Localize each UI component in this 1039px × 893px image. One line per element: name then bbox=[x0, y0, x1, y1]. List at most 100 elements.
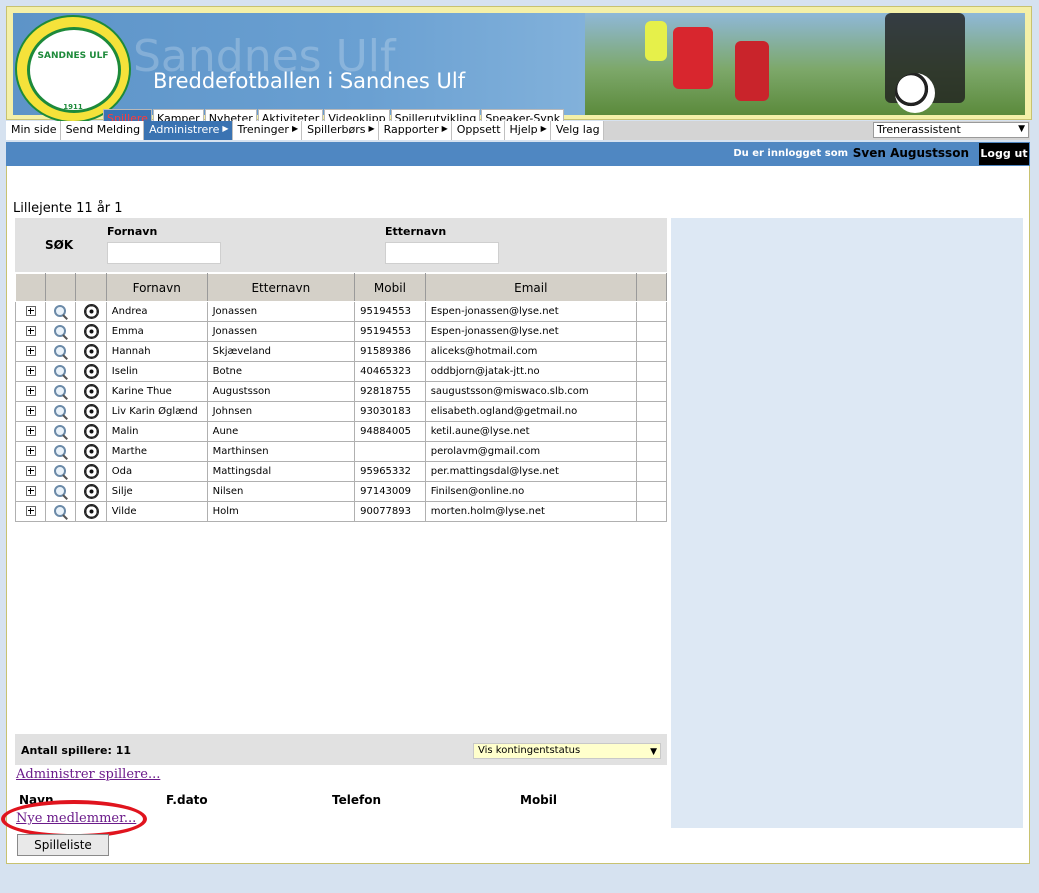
magnifier-icon[interactable] bbox=[53, 444, 68, 460]
view-cell[interactable] bbox=[45, 321, 77, 342]
expand-plus-icon[interactable] bbox=[25, 306, 36, 316]
expand-plus-icon[interactable] bbox=[25, 346, 36, 356]
ball-cell[interactable] bbox=[75, 341, 107, 362]
administer-players-link[interactable]: Administrer spillere... bbox=[16, 767, 160, 782]
view-cell[interactable] bbox=[45, 441, 77, 462]
header-first-name[interactable]: Fornavn bbox=[105, 273, 208, 302]
table-row[interactable]: Karine Thue Augustsson 92818755 saugustsson… bbox=[14, 381, 668, 402]
club-logo[interactable]: SANDNES ULF 1911 bbox=[15, 15, 131, 123]
expand-plus-icon[interactable] bbox=[25, 326, 36, 336]
view-cell[interactable] bbox=[45, 501, 77, 522]
expand-cell[interactable] bbox=[14, 441, 47, 462]
expand-plus-icon[interactable] bbox=[25, 426, 36, 436]
table-row[interactable]: Hannah Skjæveland 91589386 aliceks@hotmail.… bbox=[14, 341, 668, 362]
ball-cell[interactable] bbox=[75, 301, 107, 322]
expand-cell[interactable] bbox=[14, 361, 47, 382]
expand-cell[interactable] bbox=[14, 421, 47, 442]
table-row[interactable]: Iselin Botne 40465323 oddbjorn@jatak-jtt.no bbox=[14, 361, 668, 382]
view-cell[interactable] bbox=[45, 381, 77, 402]
expand-cell[interactable] bbox=[14, 501, 47, 522]
menu-rapporter[interactable]: Rapporter ▶ bbox=[378, 121, 452, 140]
ball-cell[interactable] bbox=[75, 381, 107, 402]
mobile-cell: 94884005 bbox=[354, 421, 426, 442]
table-row[interactable]: Marthe Marthinsen perolavm@gmail.com bbox=[14, 441, 668, 462]
magnifier-icon[interactable] bbox=[53, 424, 68, 440]
menu-administrere[interactable]: Administrere ▶ bbox=[144, 121, 233, 140]
menu-min-side[interactable]: Min side bbox=[6, 121, 61, 140]
menu-hjelp[interactable]: Hjelp ▶ bbox=[504, 121, 551, 140]
football-icon[interactable] bbox=[83, 404, 99, 419]
role-select[interactable]: Trenerassistent ▼ bbox=[873, 122, 1029, 138]
ball-cell[interactable] bbox=[75, 501, 107, 522]
expand-plus-icon[interactable] bbox=[25, 506, 36, 516]
magnifier-icon[interactable] bbox=[53, 384, 68, 400]
ball-cell[interactable] bbox=[75, 441, 107, 462]
magnifier-icon[interactable] bbox=[53, 404, 68, 420]
magnifier-icon[interactable] bbox=[53, 484, 68, 500]
ball-cell[interactable] bbox=[75, 461, 107, 482]
football-icon[interactable] bbox=[83, 344, 99, 359]
header-mobile[interactable]: Mobil bbox=[354, 273, 426, 302]
magnifier-icon[interactable] bbox=[53, 344, 68, 360]
menu-send-melding[interactable]: Send Melding bbox=[60, 121, 145, 140]
table-row[interactable]: Andrea Jonassen 95194553 Espen-jonassen@lys… bbox=[14, 301, 668, 322]
table-row[interactable]: Liv Karin Øglænd Johnsen 93030183 elisabeth… bbox=[14, 401, 668, 422]
expand-plus-icon[interactable] bbox=[25, 366, 36, 376]
view-cell[interactable] bbox=[45, 401, 77, 422]
ball-cell[interactable] bbox=[75, 321, 107, 342]
expand-plus-icon[interactable] bbox=[25, 386, 36, 396]
expand-cell[interactable] bbox=[14, 321, 47, 342]
magnifier-icon[interactable] bbox=[53, 304, 68, 320]
player-list-button[interactable]: Spilleliste bbox=[17, 834, 109, 856]
football-icon[interactable] bbox=[83, 464, 99, 479]
menu-oppsett[interactable]: Oppsett bbox=[451, 121, 505, 140]
expand-cell[interactable] bbox=[14, 301, 47, 322]
table-row[interactable]: Vilde Holm 90077893 morten.holm@lyse.net bbox=[14, 501, 668, 522]
magnifier-icon[interactable] bbox=[53, 324, 68, 340]
magnifier-icon[interactable] bbox=[53, 364, 68, 380]
header-email[interactable]: Email bbox=[424, 273, 637, 302]
expand-plus-icon[interactable] bbox=[25, 406, 36, 416]
table-row[interactable]: Malin Aune 94884005 ketil.aune@lyse.net bbox=[14, 421, 668, 442]
ball-cell[interactable] bbox=[75, 401, 107, 422]
header-last-name[interactable]: Etternavn bbox=[206, 273, 356, 302]
email-cell: ketil.aune@lyse.net bbox=[424, 421, 637, 442]
table-row[interactable]: Silje Nilsen 97143009 Finilsen@online.no bbox=[14, 481, 668, 502]
football-icon[interactable] bbox=[83, 324, 99, 339]
expand-cell[interactable] bbox=[14, 481, 47, 502]
football-icon[interactable] bbox=[83, 484, 99, 499]
first-name-search-input[interactable] bbox=[107, 242, 221, 264]
football-icon[interactable] bbox=[83, 364, 99, 379]
ball-cell[interactable] bbox=[75, 421, 107, 442]
table-row[interactable]: Oda Mattingsdal 95965332 per.mattingsdal@ly… bbox=[14, 461, 668, 482]
expand-cell[interactable] bbox=[14, 461, 47, 482]
view-cell[interactable] bbox=[45, 341, 77, 362]
last-name-search-input[interactable] bbox=[385, 242, 499, 264]
football-icon[interactable] bbox=[83, 444, 99, 459]
expand-plus-icon[interactable] bbox=[25, 466, 36, 476]
membership-status-select[interactable]: Vis kontingentstatus ▼ bbox=[473, 743, 661, 759]
expand-plus-icon[interactable] bbox=[25, 486, 36, 496]
menu-treninger[interactable]: Treninger ▶ bbox=[232, 121, 303, 140]
football-icon[interactable] bbox=[83, 384, 99, 399]
expand-cell[interactable] bbox=[14, 341, 47, 362]
football-icon[interactable] bbox=[83, 424, 99, 439]
football-icon[interactable] bbox=[83, 504, 99, 519]
view-cell[interactable] bbox=[45, 481, 77, 502]
view-cell[interactable] bbox=[45, 461, 77, 482]
expand-plus-icon[interactable] bbox=[25, 446, 36, 456]
view-cell[interactable] bbox=[45, 421, 77, 442]
ball-cell[interactable] bbox=[75, 481, 107, 502]
magnifier-icon[interactable] bbox=[53, 504, 68, 520]
football-icon[interactable] bbox=[83, 304, 99, 319]
logout-button[interactable]: Logg ut bbox=[979, 143, 1029, 165]
view-cell[interactable] bbox=[45, 361, 77, 382]
magnifier-icon[interactable] bbox=[53, 464, 68, 480]
ball-cell[interactable] bbox=[75, 361, 107, 382]
view-cell[interactable] bbox=[45, 301, 77, 322]
expand-cell[interactable] bbox=[14, 381, 47, 402]
menu-velg-lag[interactable]: Velg lag bbox=[550, 121, 604, 140]
table-row[interactable]: Emma Jonassen 95194553 Espen-jonassen@lyse.… bbox=[14, 321, 668, 342]
menu-spillerbors[interactable]: Spillerbørs ▶ bbox=[302, 121, 379, 140]
expand-cell[interactable] bbox=[14, 401, 47, 422]
